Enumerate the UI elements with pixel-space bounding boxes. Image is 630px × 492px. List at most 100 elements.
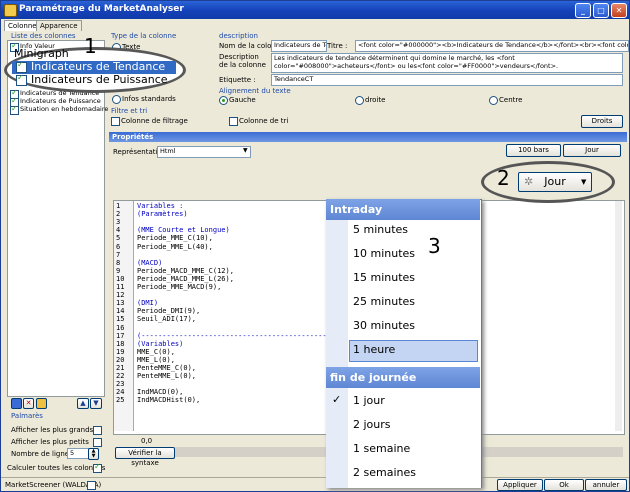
representation-select[interactable]: Html: [157, 146, 251, 158]
align-center-label: Centre: [499, 96, 523, 104]
type-standard-radio[interactable]: [112, 95, 121, 104]
move-down-icon[interactable]: ▼: [90, 398, 102, 409]
editor-scrollbar[interactable]: [615, 201, 622, 431]
code-line: Seuil_ADI(17),: [137, 315, 197, 324]
etiquette-input[interactable]: TendanceCT: [271, 74, 623, 86]
column-description-input[interactable]: Les indicateurs de tendance déterminent …: [271, 53, 623, 73]
add-column-icon[interactable]: [11, 398, 22, 409]
line-number: 22: [116, 372, 125, 381]
code-line: Periode_MME_MACD(9),: [137, 283, 222, 291]
palmares-title: Palmarès: [11, 412, 43, 420]
gear-icon: ✲: [524, 175, 534, 188]
line-number: 18: [116, 339, 125, 348]
list-item[interactable]: Situation en hebdomadaire: [20, 105, 108, 113]
line-number: 10: [116, 274, 125, 283]
calc-all-checkbox[interactable]: [93, 462, 102, 473]
close-button[interactable]: ✕: [611, 3, 627, 18]
line-number: 7: [116, 250, 121, 259]
align-left-radio[interactable]: [219, 96, 228, 105]
menu-item[interactable]: 2 jours: [353, 418, 391, 431]
zoom-item-tendance: Indicateurs de Tendance: [31, 60, 166, 73]
menu-item[interactable]: 10 minutes: [353, 247, 415, 260]
align-left-label: Gauche: [229, 96, 256, 104]
line-number: 20: [116, 355, 125, 364]
maximize-button[interactable]: □: [593, 3, 609, 18]
cancel-button[interactable]: annuler: [585, 479, 627, 491]
code-line: PenteMME_L(0),: [137, 372, 197, 381]
edit-column-icon[interactable]: [36, 398, 47, 409]
line-number: 24: [116, 388, 125, 397]
rights-button[interactable]: Droits: [581, 115, 623, 128]
line-number: 12: [116, 291, 125, 300]
lines-count-input[interactable]: 5: [67, 448, 89, 459]
cursor-position: 0,0: [141, 437, 153, 445]
window-title: Paramétrage du MarketAnalyser: [19, 4, 184, 14]
line-number: 5: [116, 234, 121, 243]
line-number: 2: [116, 210, 121, 219]
line-number: 19: [116, 347, 125, 356]
line-number: 9: [116, 266, 121, 275]
show-smallest-label: Afficher les plus petits: [11, 438, 89, 446]
zoom-item-puissance: Indicateurs de Puissance: [31, 73, 168, 86]
screener-checkbox[interactable]: [87, 481, 96, 490]
properties-header: Propriétés: [109, 132, 627, 142]
filter-checkbox[interactable]: [111, 117, 120, 126]
show-smallest-checkbox[interactable]: [93, 438, 102, 447]
menu-item[interactable]: 25 minutes: [353, 295, 415, 308]
line-number: 11: [116, 283, 125, 291]
code-line: Variables :: [137, 202, 184, 210]
show-biggest-checkbox[interactable]: [93, 426, 102, 435]
code-line: (Variables): [137, 339, 184, 348]
code-line: Periode_MACD_MME_C(12),: [137, 266, 234, 275]
sort-checkbox[interactable]: [229, 117, 238, 126]
list-item[interactable]: Indicateurs de Puissance: [20, 97, 101, 105]
ok-button[interactable]: Ok: [544, 479, 584, 491]
app-icon: [4, 4, 17, 17]
column-title-input[interactable]: <font color="#000000"><b>Indicateurs de …: [355, 40, 629, 52]
line-number: 1: [116, 202, 121, 210]
sort-label: Colonne de tri: [239, 117, 289, 125]
menu-item[interactable]: 1 heure: [353, 343, 395, 356]
align-right-label: droite: [365, 96, 386, 104]
column-checkbox[interactable]: [10, 104, 19, 115]
move-up-icon[interactable]: ▲: [77, 398, 89, 409]
line-number: 3: [116, 218, 121, 227]
alignment-title: Alignement du texte: [219, 87, 291, 95]
menu-item[interactable]: 30 minutes: [353, 319, 415, 332]
line-number: 25: [116, 396, 125, 405]
align-right-radio[interactable]: [355, 96, 364, 105]
verify-syntax-button[interactable]: Vérifier la syntaxe: [115, 447, 175, 467]
period-dropdown[interactable]: Jour: [563, 144, 621, 157]
line-number: 23: [116, 380, 125, 389]
apply-button[interactable]: Appliquer: [497, 479, 543, 491]
etiquette-label: Etiquette :: [219, 76, 256, 84]
menu-item[interactable]: 2 semaines: [353, 466, 416, 479]
callout-number-2: 2: [497, 166, 510, 190]
column-type-title: Type de la colonne: [111, 32, 177, 40]
tab-apparence[interactable]: Apparence: [36, 20, 82, 31]
callout-number-3: 3: [428, 234, 441, 258]
menu-item[interactable]: 1 semaine: [353, 442, 410, 455]
minimize-button[interactable]: _: [575, 3, 591, 18]
line-number: 6: [116, 242, 121, 251]
intraday-header: Intraday: [326, 199, 480, 220]
line-number: 14: [116, 307, 125, 316]
menu-item[interactable]: 15 minutes: [353, 271, 415, 284]
align-center-radio[interactable]: [489, 96, 498, 105]
code-line: MME_C(0),: [137, 347, 175, 356]
code-line: Periode_MME_L(40),: [137, 242, 213, 251]
lines-count-spinner[interactable]: ▲ ▼: [88, 448, 99, 460]
bars-dropdown[interactable]: 100 bars: [506, 144, 561, 157]
line-number: 17: [116, 331, 125, 340]
column-name-input[interactable]: Indicateurs de Te: [271, 40, 327, 52]
delete-column-icon[interactable]: ✕: [23, 398, 34, 409]
callout-number-1: 1: [84, 34, 97, 58]
chevron-down-icon: ▼: [581, 178, 587, 186]
menu-item[interactable]: 5 minutes: [353, 223, 408, 236]
title-bar: Paramétrage du MarketAnalyser _ □ ✕: [1, 1, 629, 19]
menu-item[interactable]: 1 jour: [353, 394, 385, 407]
columns-list[interactable]: Info Valeur Indicateurs de Tendance Indi…: [7, 40, 108, 397]
code-line: Periode_MACD_MME_L(26),: [137, 274, 234, 283]
zoom-checkbox: [16, 60, 27, 73]
code-line: (MACD): [137, 258, 163, 267]
